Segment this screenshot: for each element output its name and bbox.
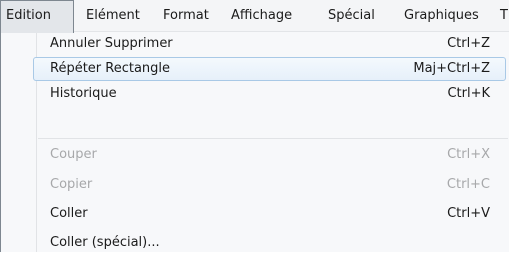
menu-item-label: Répéter Rectangle bbox=[50, 61, 171, 76]
menu-item-historique[interactable]: Historique Ctrl+K bbox=[33, 82, 506, 106]
menu-truncated[interactable]: T bbox=[500, 0, 508, 31]
menu-bar: Edition Elément Format Affichage Spécial… bbox=[0, 0, 509, 33]
menu-item-label: Coller bbox=[50, 206, 88, 221]
menu-format[interactable]: Format bbox=[163, 0, 209, 31]
menu-item-label: Coller (spécial)... bbox=[50, 235, 160, 250]
menu-item-annuler[interactable]: Annuler Supprimer Ctrl+Z bbox=[33, 32, 506, 56]
menu-item-copier: Copier Ctrl+C bbox=[33, 173, 506, 197]
menu-item-label: Annuler Supprimer bbox=[50, 36, 173, 51]
menu-item-label: Couper bbox=[50, 147, 97, 162]
menu-item-shortcut: Ctrl+K bbox=[447, 86, 490, 101]
menu-item-repeter[interactable]: Répéter Rectangle Maj+Ctrl+Z bbox=[33, 57, 506, 81]
menu-item-shortcut: Ctrl+X bbox=[447, 147, 490, 162]
menu-item-label: Historique bbox=[50, 86, 117, 101]
menu-affichage[interactable]: Affichage bbox=[231, 0, 292, 31]
menu-item-shortcut: Ctrl+Z bbox=[447, 36, 490, 51]
edition-dropdown-menu: Annuler Supprimer Ctrl+Z Répéter Rectang… bbox=[0, 32, 509, 252]
menu-item-label: Copier bbox=[50, 177, 93, 192]
menu-item-shortcut: Maj+Ctrl+Z bbox=[413, 61, 490, 76]
menu-separator bbox=[38, 138, 508, 139]
menu-special[interactable]: Spécial bbox=[328, 0, 375, 31]
menu-item-shortcut: Ctrl+C bbox=[446, 177, 490, 192]
menu-item-coller[interactable]: Coller Ctrl+V bbox=[33, 202, 506, 226]
menu-element[interactable]: Elément bbox=[86, 0, 140, 31]
menu-item-coller-special[interactable]: Coller (spécial)... bbox=[33, 231, 506, 255]
menu-graphiques[interactable]: Graphiques bbox=[404, 0, 479, 31]
menu-item-couper: Couper Ctrl+X bbox=[33, 143, 506, 167]
menu-item-shortcut: Ctrl+V bbox=[447, 206, 490, 221]
menu-edition[interactable]: Edition bbox=[0, 0, 74, 33]
